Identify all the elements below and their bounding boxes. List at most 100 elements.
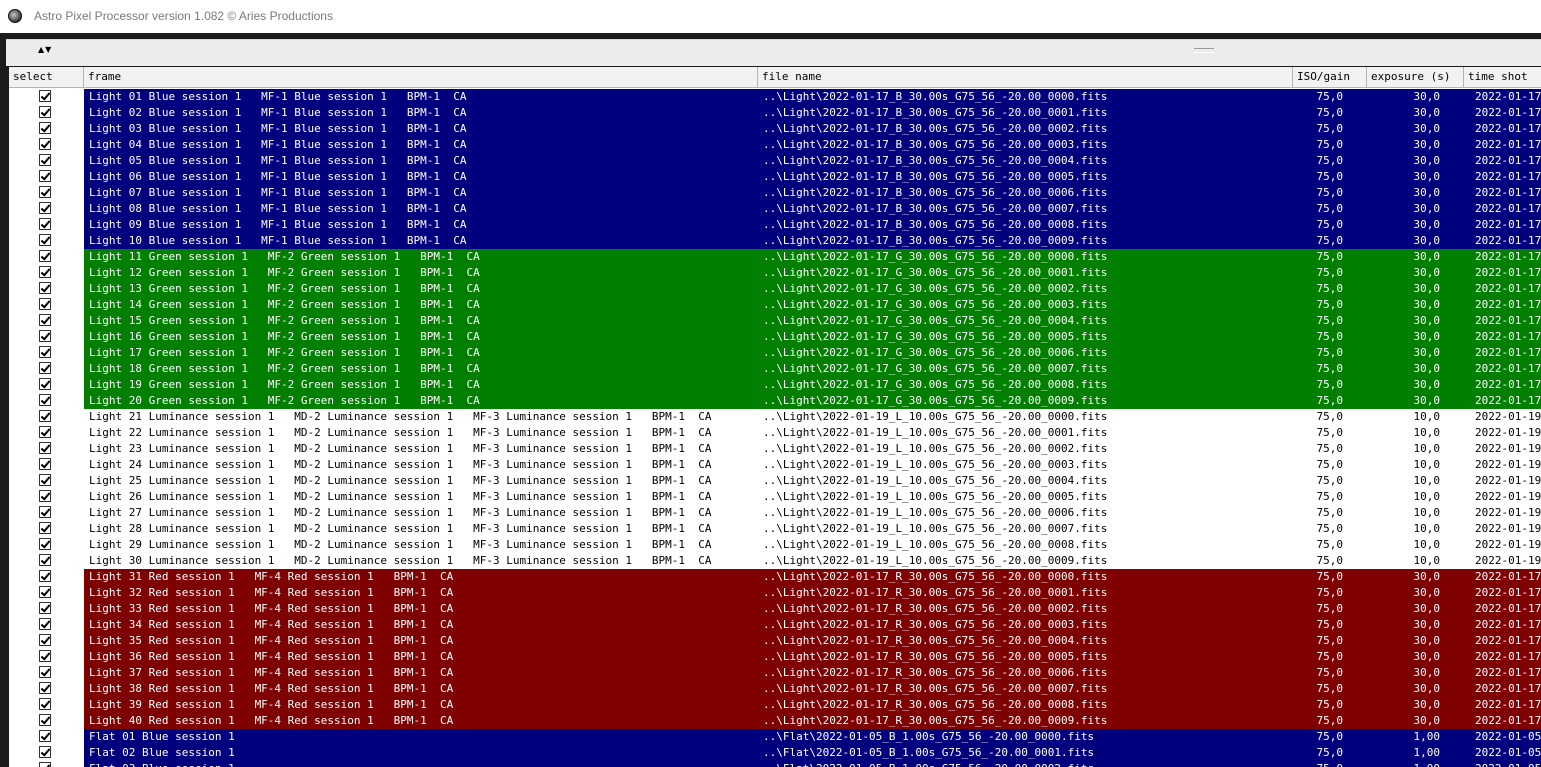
table-row[interactable]: Light 11 Green session 1 MF-2 Green sess… — [9, 249, 1541, 265]
column-header-time-shot[interactable]: time shot — [1464, 67, 1541, 87]
select-checkbox[interactable] — [39, 602, 51, 614]
table-row[interactable]: Light 40 Red session 1 MF-4 Red session … — [9, 713, 1541, 729]
app-logo-icon[interactable] — [8, 9, 22, 23]
table-row[interactable]: Light 10 Blue session 1 MF-1 Blue sessio… — [9, 233, 1541, 249]
select-checkbox[interactable] — [39, 378, 51, 390]
table-row[interactable]: Light 35 Red session 1 MF-4 Red session … — [9, 633, 1541, 649]
table-row[interactable]: Light 17 Green session 1 MF-2 Green sess… — [9, 345, 1541, 361]
select-checkbox[interactable] — [39, 362, 51, 374]
select-checkbox[interactable] — [39, 458, 51, 470]
select-checkbox[interactable] — [39, 250, 51, 262]
select-checkbox[interactable] — [39, 282, 51, 294]
select-checkbox[interactable] — [39, 586, 51, 598]
select-checkbox[interactable] — [39, 522, 51, 534]
table-row[interactable]: Light 09 Blue session 1 MF-1 Blue sessio… — [9, 217, 1541, 233]
table-row[interactable]: Light 36 Red session 1 MF-4 Red session … — [9, 649, 1541, 665]
table-row[interactable]: Light 08 Blue session 1 MF-1 Blue sessio… — [9, 201, 1541, 217]
select-checkbox[interactable] — [39, 154, 51, 166]
select-checkbox[interactable] — [39, 746, 51, 758]
table-row[interactable]: Light 14 Green session 1 MF-2 Green sess… — [9, 297, 1541, 313]
sort-arrows-icon[interactable]: ▲▼ — [38, 45, 52, 54]
select-checkbox[interactable] — [39, 314, 51, 326]
table-row[interactable]: Light 27 Luminance session 1 MD-2 Lumina… — [9, 505, 1541, 521]
table-row[interactable]: Light 29 Luminance session 1 MD-2 Lumina… — [9, 537, 1541, 553]
select-checkbox[interactable] — [39, 490, 51, 502]
select-checkbox[interactable] — [39, 90, 51, 102]
select-checkbox[interactable] — [39, 698, 51, 710]
select-checkbox[interactable] — [39, 394, 51, 406]
column-header-iso-gain[interactable]: ISO/gain — [1293, 67, 1367, 87]
time-shot-cell: 2022-01-17 — [1475, 394, 1541, 407]
select-checkbox[interactable] — [39, 634, 51, 646]
column-header-frame[interactable]: frame — [84, 67, 758, 87]
select-checkbox[interactable] — [39, 122, 51, 134]
select-checkbox[interactable] — [39, 426, 51, 438]
table-row[interactable]: Light 07 Blue session 1 MF-1 Blue sessio… — [9, 185, 1541, 201]
select-checkbox[interactable] — [39, 682, 51, 694]
select-checkbox[interactable] — [39, 330, 51, 342]
table-row[interactable]: Light 32 Red session 1 MF-4 Red session … — [9, 585, 1541, 601]
resize-grip-icon[interactable] — [1194, 48, 1214, 53]
select-checkbox[interactable] — [39, 474, 51, 486]
table-row[interactable]: Light 05 Blue session 1 MF-1 Blue sessio… — [9, 153, 1541, 169]
column-header-exposure[interactable]: exposure (s) — [1367, 67, 1464, 87]
table-row[interactable]: Light 34 Red session 1 MF-4 Red session … — [9, 617, 1541, 633]
select-checkbox[interactable] — [39, 650, 51, 662]
table-row[interactable]: Light 38 Red session 1 MF-4 Red session … — [9, 681, 1541, 697]
table-row[interactable]: Flat 03 Blue session 1..\Flat\2022-01-05… — [9, 761, 1541, 767]
column-header-file-name[interactable]: file name — [758, 67, 1293, 87]
select-checkbox[interactable] — [39, 570, 51, 582]
table-row[interactable]: Light 25 Luminance session 1 MD-2 Lumina… — [9, 473, 1541, 489]
table-row[interactable]: Light 20 Green session 1 MF-2 Green sess… — [9, 393, 1541, 409]
table-row[interactable]: Light 21 Luminance session 1 MD-2 Lumina… — [9, 409, 1541, 425]
select-checkbox[interactable] — [39, 346, 51, 358]
select-checkbox[interactable] — [39, 106, 51, 118]
file-name-cell: ..\Light\2022-01-17_B_30.00s_G75_56_-20.… — [763, 234, 1108, 247]
select-checkbox[interactable] — [39, 234, 51, 246]
table-row[interactable]: Light 12 Green session 1 MF-2 Green sess… — [9, 265, 1541, 281]
table-row[interactable]: Light 06 Blue session 1 MF-1 Blue sessio… — [9, 169, 1541, 185]
select-checkbox[interactable] — [39, 442, 51, 454]
table-row[interactable]: Light 23 Luminance session 1 MD-2 Lumina… — [9, 441, 1541, 457]
select-checkbox[interactable] — [39, 410, 51, 422]
table-row[interactable]: Light 13 Green session 1 MF-2 Green sess… — [9, 281, 1541, 297]
table-row[interactable]: Light 04 Blue session 1 MF-1 Blue sessio… — [9, 137, 1541, 153]
column-header-select[interactable]: select — [9, 67, 84, 87]
select-checkbox[interactable] — [39, 202, 51, 214]
select-checkbox[interactable] — [39, 666, 51, 678]
exposure-cell: 30,0 — [1413, 330, 1441, 343]
table-row[interactable]: Light 39 Red session 1 MF-4 Red session … — [9, 697, 1541, 713]
select-checkbox[interactable] — [39, 618, 51, 630]
select-checkbox[interactable] — [39, 554, 51, 566]
select-checkbox[interactable] — [39, 298, 51, 310]
select-checkbox[interactable] — [39, 266, 51, 278]
table-row[interactable]: Light 28 Luminance session 1 MD-2 Lumina… — [9, 521, 1541, 537]
table-row[interactable]: Flat 01 Blue session 1 ..\Flat\2022-01-05… — [9, 729, 1541, 745]
select-checkbox[interactable] — [39, 538, 51, 550]
table-row[interactable]: Light 24 Luminance session 1 MD-2 Lumina… — [9, 457, 1541, 473]
table-row[interactable]: Light 15 Green session 1 MF-2 Green sess… — [9, 313, 1541, 329]
table-row[interactable]: Light 33 Red session 1 MF-4 Red session … — [9, 601, 1541, 617]
table-row[interactable]: Light 18 Green session 1 MF-2 Green sess… — [9, 361, 1541, 377]
select-checkbox[interactable] — [39, 506, 51, 518]
select-checkbox[interactable] — [39, 218, 51, 230]
select-checkbox[interactable] — [39, 714, 51, 726]
select-checkbox[interactable] — [39, 762, 51, 767]
table-row[interactable]: Light 16 Green session 1 MF-2 Green sess… — [9, 329, 1541, 345]
table-row[interactable]: Light 01 Blue session 1 MF-1 Blue sessio… — [9, 89, 1541, 105]
table-row[interactable]: Light 31 Red session 1 MF-4 Red session … — [9, 569, 1541, 585]
select-checkbox[interactable] — [39, 730, 51, 742]
table-row[interactable]: Light 19 Green session 1 MF-2 Green sess… — [9, 377, 1541, 393]
select-checkbox[interactable] — [39, 170, 51, 182]
table-row[interactable]: Light 02 Blue session 1 MF-1 Blue sessio… — [9, 105, 1541, 121]
table-row[interactable]: Flat 02 Blue session 1 ..\Flat\2022-01-05… — [9, 745, 1541, 761]
frame-cell: Light 20 Green session 1 MF-2 Green sess… — [89, 394, 480, 407]
table-row[interactable]: Light 37 Red session 1 MF-4 Red session … — [9, 665, 1541, 681]
file-name-cell: ..\Light\2022-01-17_B_30.00s_G75_56_-20.… — [763, 106, 1108, 119]
table-row[interactable]: Light 03 Blue session 1 MF-1 Blue sessio… — [9, 121, 1541, 137]
select-checkbox[interactable] — [39, 186, 51, 198]
select-checkbox[interactable] — [39, 138, 51, 150]
table-row[interactable]: Light 30 Luminance session 1 MD-2 Lumina… — [9, 553, 1541, 569]
table-row[interactable]: Light 26 Luminance session 1 MD-2 Lumina… — [9, 489, 1541, 505]
table-row[interactable]: Light 22 Luminance session 1 MD-2 Lumina… — [9, 425, 1541, 441]
